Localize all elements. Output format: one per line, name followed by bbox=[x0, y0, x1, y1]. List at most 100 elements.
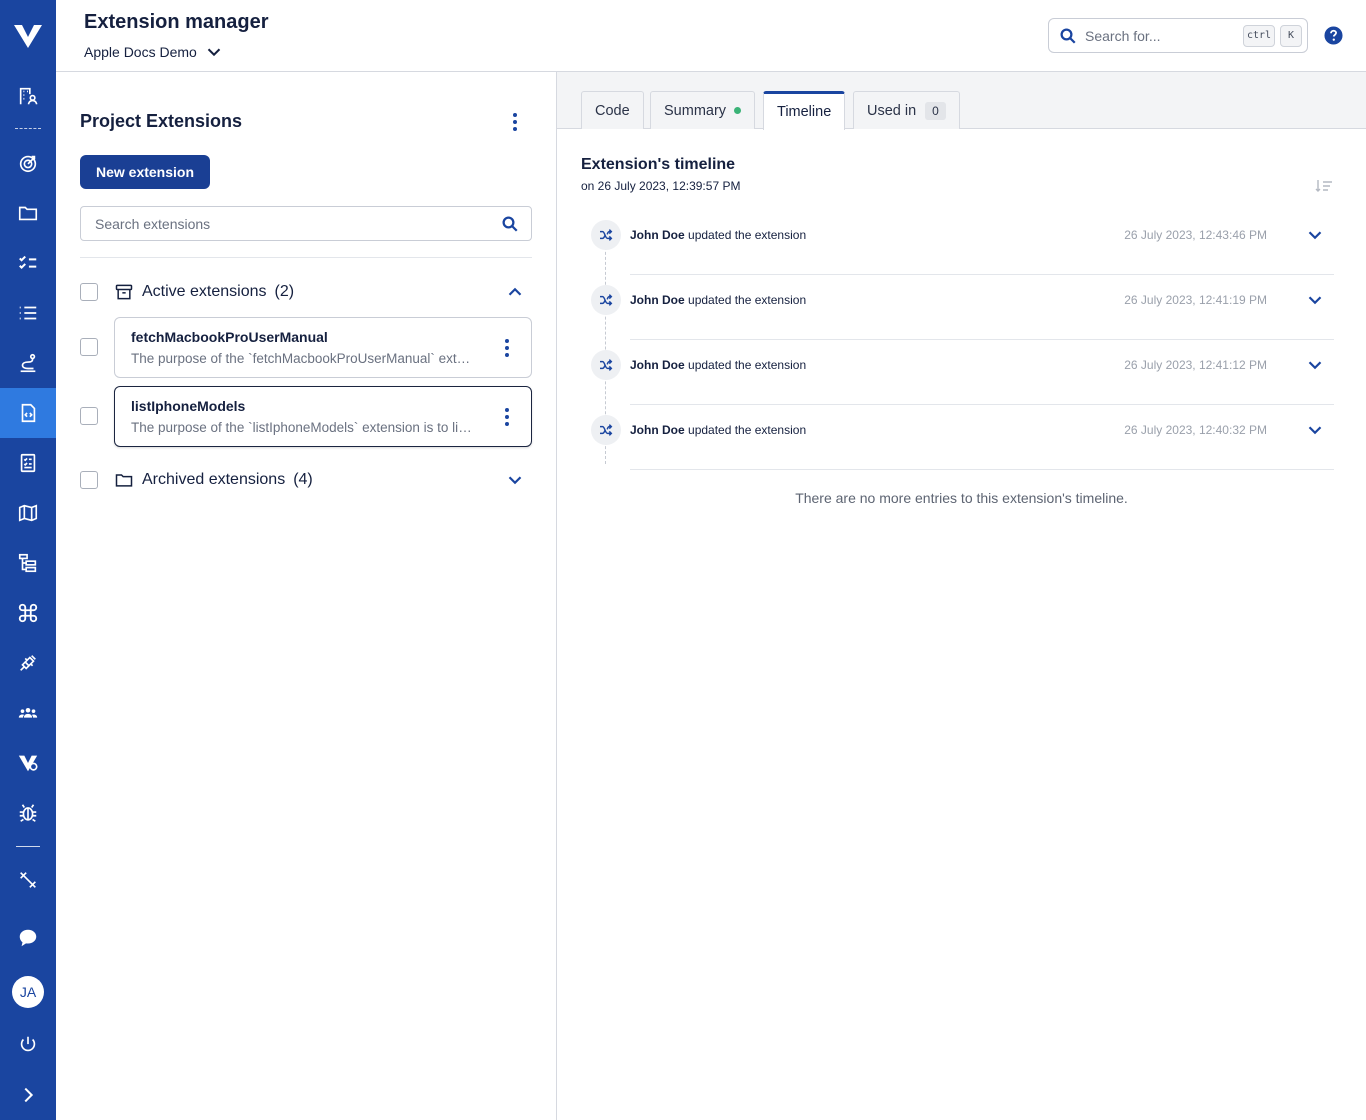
shortcut-key-ctrl: ctrl bbox=[1243, 24, 1275, 47]
extension-checkbox[interactable] bbox=[80, 407, 98, 425]
timeline-marker bbox=[591, 415, 621, 445]
shuffle-icon bbox=[600, 229, 613, 241]
tab-summary[interactable]: Summary bbox=[650, 91, 756, 129]
list-icon bbox=[19, 306, 37, 320]
chevron-right-icon bbox=[24, 1087, 34, 1103]
archived-group-count: (4) bbox=[293, 471, 313, 488]
help-icon[interactable] bbox=[1324, 26, 1343, 45]
entry-user: John Doe bbox=[630, 423, 685, 437]
sidebar-item-map[interactable] bbox=[0, 488, 56, 538]
code-file-icon bbox=[21, 403, 36, 423]
chevron-down-icon[interactable] bbox=[1304, 419, 1326, 441]
entry-timestamp: 26 July 2023, 12:43:46 PM bbox=[1124, 228, 1267, 242]
entry-user: John Doe bbox=[630, 293, 685, 307]
chevron-down-icon[interactable] bbox=[504, 469, 526, 491]
timeline-marker bbox=[591, 220, 621, 250]
entry-action: updated the extension bbox=[688, 293, 807, 307]
hierarchy-icon bbox=[18, 553, 37, 573]
folder-icon bbox=[115, 474, 133, 487]
sidebar-item-checklist[interactable] bbox=[0, 238, 56, 288]
archived-extensions-group[interactable]: Archived extensions (4) bbox=[114, 468, 313, 492]
sidebar-item-list[interactable] bbox=[0, 288, 56, 338]
route-icon bbox=[20, 353, 36, 373]
entry-action: updated the extension bbox=[688, 423, 807, 437]
chevron-down-icon[interactable] bbox=[1304, 224, 1326, 246]
tab-used-in[interactable]: Used in 0 bbox=[853, 91, 960, 129]
checklist-icon bbox=[19, 255, 37, 270]
tab-bar: Code Summary Timeline Used in 0 bbox=[557, 72, 1366, 130]
sidebar-item-team[interactable] bbox=[0, 688, 56, 738]
timeline-entry-text: John Doe updated the extension bbox=[630, 423, 806, 437]
entry-divider bbox=[630, 469, 1334, 470]
sidebar-item-brand-settings[interactable] bbox=[0, 738, 56, 788]
sidebar-item-logout[interactable] bbox=[0, 1020, 56, 1070]
chevron-up-icon[interactable] bbox=[504, 281, 526, 303]
extension-name: fetchMacbookProUserManual bbox=[131, 329, 328, 345]
timeline-entry: John Doe updated the extension 26 July 2… bbox=[581, 275, 1334, 340]
target-icon bbox=[19, 155, 37, 173]
sidebar-item-chat[interactable] bbox=[0, 913, 56, 963]
sidebar-item-test-plans[interactable] bbox=[0, 438, 56, 488]
active-extensions-group[interactable]: Active extensions (2) bbox=[114, 280, 294, 304]
sidebar-expand-button[interactable] bbox=[0, 1070, 56, 1120]
shuffle-icon bbox=[600, 424, 613, 436]
sidebar-item-hierarchy[interactable] bbox=[0, 538, 56, 588]
extension-search-input[interactable]: Search extensions bbox=[95, 216, 501, 232]
tab-label: Used in bbox=[867, 102, 917, 119]
sort-icon[interactable] bbox=[1315, 178, 1333, 194]
sidebar-divider bbox=[15, 128, 41, 129]
archived-group-label: Archived extensions bbox=[142, 471, 286, 488]
sidebar-item-files[interactable] bbox=[0, 188, 56, 238]
sidebar: JA bbox=[0, 0, 56, 1120]
page-title: Extension manager bbox=[84, 11, 269, 33]
search-icon[interactable] bbox=[501, 215, 519, 233]
archive-box-icon bbox=[115, 284, 133, 300]
active-group-label: Active extensions bbox=[142, 283, 267, 300]
archived-group-checkbox[interactable] bbox=[80, 471, 98, 489]
tab-code[interactable]: Code bbox=[581, 91, 644, 129]
extension-more-menu-icon[interactable] bbox=[497, 336, 517, 360]
brand-settings-icon bbox=[18, 755, 38, 772]
chevron-down-icon bbox=[207, 48, 221, 57]
bug-icon bbox=[19, 804, 37, 822]
status-dot bbox=[734, 107, 742, 114]
sidebar-item-commands[interactable] bbox=[0, 588, 56, 638]
app-logo-icon[interactable] bbox=[13, 22, 43, 50]
active-group-checkbox[interactable] bbox=[80, 283, 98, 301]
tab-timeline[interactable]: Timeline bbox=[763, 91, 846, 130]
sidebar-item-integrations[interactable] bbox=[0, 638, 56, 688]
divider bbox=[80, 257, 532, 258]
global-search[interactable]: Search for... ctrl K bbox=[1048, 18, 1308, 53]
extension-description: The purpose of the `fetchMacbookProUserM… bbox=[131, 351, 475, 366]
global-search-input[interactable]: Search for... bbox=[1085, 28, 1243, 44]
extension-card-selected[interactable]: listIphoneModels The purpose of the `lis… bbox=[114, 386, 532, 447]
extension-more-menu-icon[interactable] bbox=[497, 405, 517, 429]
tab-label: Summary bbox=[664, 102, 727, 119]
panel-more-menu-icon[interactable] bbox=[505, 110, 525, 134]
project-selector[interactable]: Apple Docs Demo bbox=[84, 41, 225, 63]
sidebar-item-deploy[interactable] bbox=[0, 855, 56, 905]
sidebar-item-extensions[interactable] bbox=[0, 388, 56, 438]
people-directory-icon bbox=[19, 87, 38, 105]
chevron-down-icon[interactable] bbox=[1304, 289, 1326, 311]
extension-search-field[interactable]: Search extensions bbox=[80, 206, 532, 241]
project-name: Apple Docs Demo bbox=[84, 44, 197, 60]
timeline-entry: John Doe updated the extension 26 July 2… bbox=[581, 210, 1334, 275]
tab-label: Code bbox=[595, 102, 630, 119]
extension-checkbox[interactable] bbox=[80, 338, 98, 356]
timeline-title: Extension's timeline bbox=[581, 156, 736, 173]
sidebar-item-goals[interactable] bbox=[0, 138, 56, 188]
new-extension-button[interactable]: New extension bbox=[80, 155, 210, 189]
extension-name: listIphoneModels bbox=[131, 398, 246, 414]
extension-card[interactable]: fetchMacbookProUserManual The purpose of… bbox=[114, 317, 532, 378]
avatar[interactable]: JA bbox=[12, 976, 44, 1008]
extension-description: The purpose of the `listIphoneModels` ex… bbox=[131, 420, 475, 435]
timeline-subtitle: on 26 July 2023, 12:39:57 PM bbox=[581, 179, 741, 193]
sidebar-item-people[interactable] bbox=[0, 71, 56, 121]
plug-icon bbox=[20, 655, 36, 671]
sidebar-item-bugs[interactable] bbox=[0, 788, 56, 838]
team-icon bbox=[18, 707, 38, 718]
chevron-down-icon[interactable] bbox=[1304, 354, 1326, 376]
timeline-entry-text: John Doe updated the extension bbox=[630, 358, 806, 372]
sidebar-item-flows[interactable] bbox=[0, 338, 56, 388]
